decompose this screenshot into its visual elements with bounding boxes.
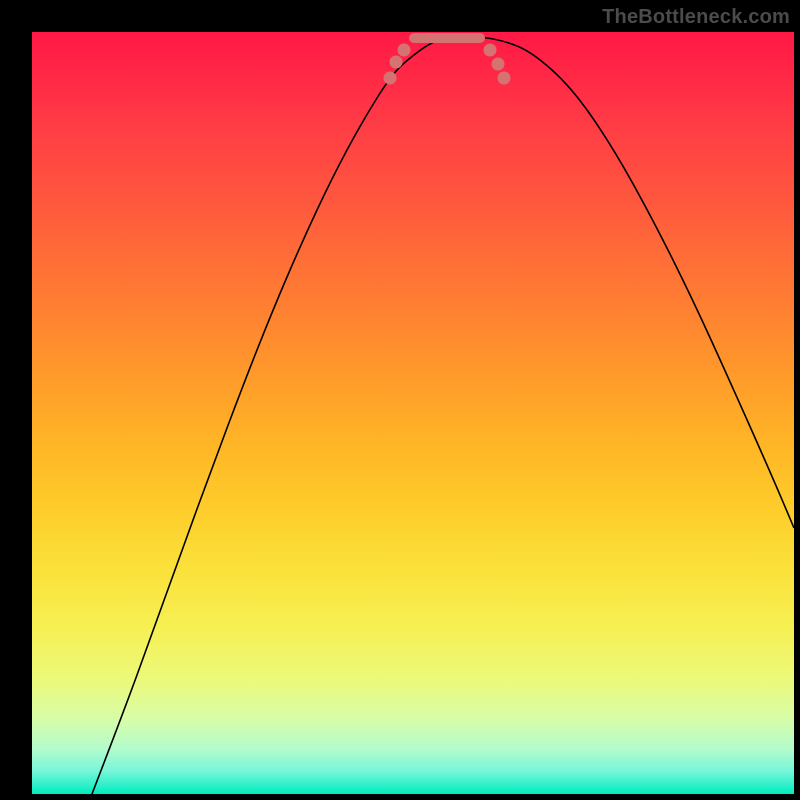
highlight-marker <box>484 44 497 57</box>
plot-area <box>32 32 794 794</box>
highlight-marker <box>398 44 411 57</box>
curve-layer <box>32 32 794 794</box>
highlight-marker <box>384 72 397 85</box>
watermark-text: TheBottleneck.com <box>602 6 790 29</box>
bottleneck-curve <box>92 36 794 794</box>
highlight-marker <box>498 72 511 85</box>
highlight-marker <box>390 56 403 69</box>
chart-frame: TheBottleneck.com <box>0 0 800 800</box>
highlight-marker <box>492 58 505 71</box>
